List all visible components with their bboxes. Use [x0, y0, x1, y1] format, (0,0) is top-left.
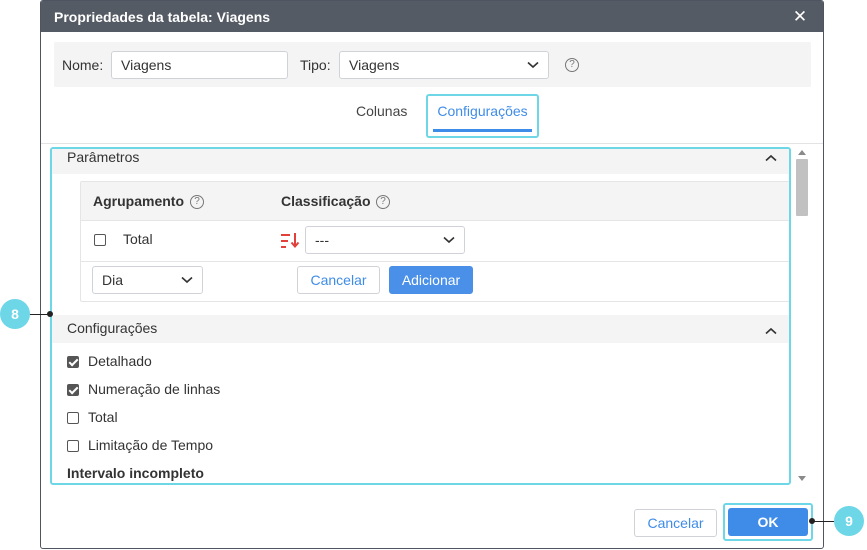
- tabs-divider: [41, 143, 823, 144]
- intervalo-incompleto-heading: Intervalo incompleto: [67, 465, 204, 481]
- sort-descending-icon[interactable]: [281, 232, 300, 253]
- callout-9: 9: [834, 506, 864, 536]
- option-label: Limitação de Tempo: [88, 437, 214, 453]
- help-icon[interactable]: ?: [565, 58, 579, 72]
- callout-9-dot: [809, 518, 815, 524]
- total-checkbox[interactable]: [67, 412, 79, 424]
- close-icon[interactable]: ✕: [791, 8, 809, 26]
- parametros-title: Parâmetros: [67, 149, 140, 165]
- grouping-table: Agrupamento ? Classificação ? Total --- …: [80, 181, 789, 302]
- option-label: Total: [88, 409, 118, 425]
- grouping-select-value: Dia: [102, 272, 124, 288]
- sort-select-value: ---: [315, 232, 329, 248]
- add-grouping-button[interactable]: Adicionar: [389, 266, 473, 294]
- detalhado-checkbox[interactable]: [67, 356, 79, 368]
- scroll-up-icon[interactable]: [798, 150, 806, 155]
- configuracoes-section-header[interactable]: Configurações: [52, 315, 789, 343]
- callout-8: 8: [0, 299, 30, 329]
- dialog-title: Propriedades da tabela: Viagens: [54, 8, 271, 25]
- callout-9-line: [812, 521, 834, 522]
- help-icon[interactable]: ?: [376, 195, 390, 209]
- chevron-down-icon: [443, 227, 455, 253]
- cancel-button[interactable]: Cancelar: [634, 509, 717, 537]
- tab-bar: Colunas Configurações: [41, 94, 823, 138]
- chevron-down-icon: [527, 52, 539, 78]
- scrollbar-thumb[interactable]: [796, 159, 808, 216]
- ok-button[interactable]: OK: [728, 508, 808, 536]
- dialog-titlebar: Propriedades da tabela: Viagens ✕: [41, 1, 823, 32]
- total-row-label: Total: [123, 231, 153, 247]
- callout-8-dot: [47, 311, 53, 317]
- help-icon[interactable]: ?: [190, 195, 204, 209]
- table-header-fields: Nome: Viagens Tipo: Viagens ?: [54, 42, 811, 87]
- tab-configuracoes[interactable]: Configurações: [426, 94, 539, 138]
- chevron-down-icon: [181, 267, 193, 293]
- chevron-up-icon[interactable]: [765, 317, 777, 343]
- ok-highlight: OK: [723, 503, 813, 541]
- tab-configuracoes-label: Configurações: [437, 103, 528, 119]
- grouping-select[interactable]: Dia: [92, 266, 203, 294]
- tab-colunas[interactable]: Colunas: [356, 103, 407, 119]
- tipo-select-value: Viagens: [349, 57, 400, 73]
- table-properties-dialog: Propriedades da tabela: Viagens ✕ Nome: …: [40, 0, 824, 549]
- parametros-section-header[interactable]: Parâmetros: [52, 149, 789, 174]
- agrupamento-header: Agrupamento: [93, 193, 184, 209]
- tipo-label: Tipo:: [300, 57, 331, 73]
- active-tab-indicator: [433, 129, 532, 132]
- grouping-table-header: Agrupamento ? Classificação ?: [81, 182, 789, 221]
- limitacao-checkbox[interactable]: [67, 440, 79, 452]
- sort-select[interactable]: ---: [305, 226, 465, 254]
- table-row: Total ---: [81, 221, 789, 262]
- total-row-checkbox[interactable]: [94, 234, 106, 246]
- settings-scroll-area[interactable]: Parâmetros Agrupamento ? Classificação ?…: [50, 147, 791, 485]
- option-label: Detalhado: [88, 353, 152, 369]
- tipo-select[interactable]: Viagens: [339, 51, 549, 79]
- nome-label: Nome:: [62, 57, 104, 73]
- nome-input[interactable]: Viagens: [111, 51, 288, 79]
- option-label: Numeração de linhas: [88, 381, 221, 397]
- configuracoes-title: Configurações: [67, 320, 158, 336]
- vertical-scrollbar[interactable]: [795, 147, 809, 485]
- scroll-down-icon[interactable]: [798, 476, 806, 481]
- numeracao-checkbox[interactable]: [67, 384, 79, 396]
- classificacao-header: Classificação: [281, 193, 371, 209]
- cancel-grouping-button[interactable]: Cancelar: [297, 266, 380, 294]
- chevron-up-icon[interactable]: [765, 149, 777, 168]
